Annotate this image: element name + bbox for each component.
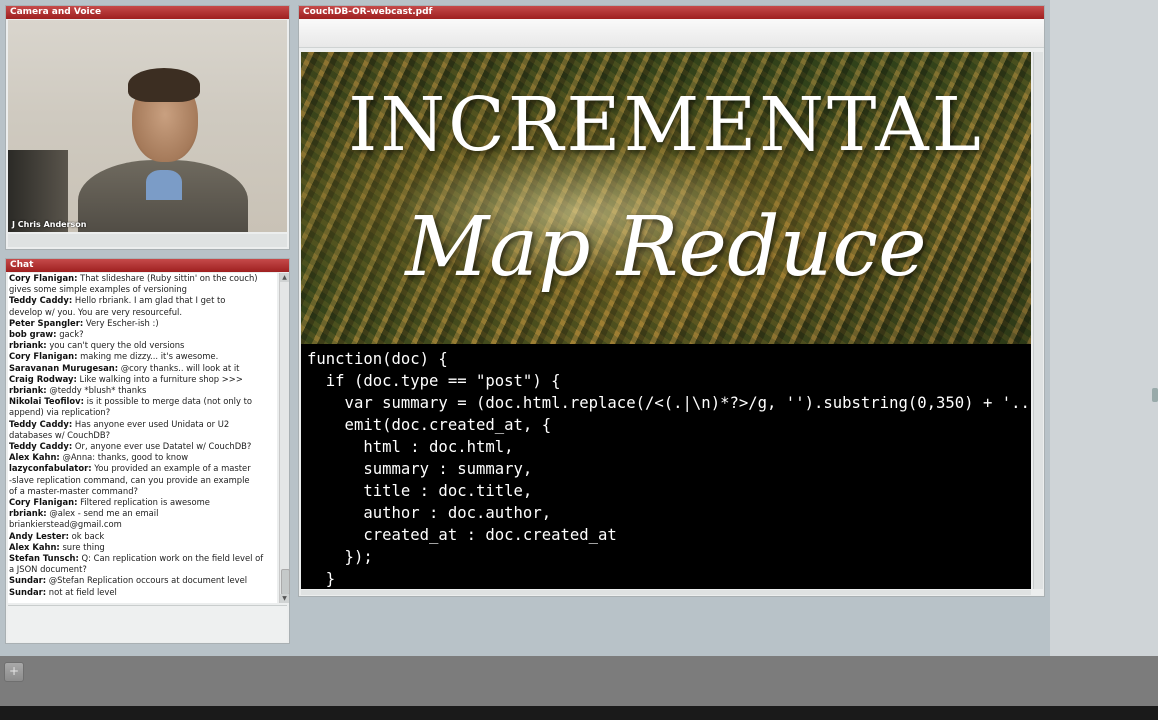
chat-message: Peter Spangler: Very Escher-ish :) [9, 317, 159, 328]
camera-pod-footer [8, 234, 287, 247]
chat-message: Alex Kahn: @Anna: thanks, good to know [9, 452, 189, 463]
chat-message: Andy Lester: ok back [9, 530, 105, 541]
document-hscrollbar[interactable] [301, 590, 1031, 595]
slide-content: INCREMENTAL Map Reduce function(doc) { i… [301, 52, 1031, 589]
chat-message: rbriank: @teddy *blush* thanks [9, 385, 147, 396]
add-pod-button[interactable]: + [4, 662, 24, 682]
chat-message: Saravanan Murugesan: @cory thanks.. will… [9, 362, 240, 373]
chat-scroll-thumb[interactable] [281, 569, 290, 595]
chat-message: a JSON document? [9, 564, 87, 575]
chat-message: of a master-master command? [9, 485, 138, 496]
code-line: title : doc.title, [307, 482, 533, 500]
chat-message: Cory Flanigan: making me dizzy... it's a… [9, 351, 219, 362]
code-line: function(doc) { [307, 350, 448, 368]
code-line: emit(doc.created_at, { [307, 416, 552, 434]
code-line: } [307, 570, 336, 588]
chat-messages: Cory Flanigan: That slideshare (Ruby sit… [8, 273, 277, 603]
presenter-name: J Chris Anderson [12, 220, 87, 229]
code-line: html : doc.html, [307, 438, 514, 456]
slide-heading-1: INCREMENTAL [348, 82, 984, 168]
chat-message: Cory Flanigan: Filtered replication is a… [9, 497, 210, 508]
chat-message: Alex Kahn: sure thing [9, 541, 105, 552]
document-pod-title: CouchDB-OR-webcast.pdf [299, 6, 1044, 19]
code-line: }); [307, 548, 373, 566]
chat-message: gives some simple examples of versioning [9, 284, 187, 295]
video-presenter-hair [128, 68, 200, 102]
chat-message: Nikolai Teofilov: is it possible to merg… [9, 396, 252, 407]
document-pod: CouchDB-OR-webcast.pdf INCREMENTAL Map R… [298, 5, 1045, 597]
chat-message: -slave replication command, can you prov… [9, 474, 250, 485]
code-line: var summary = (doc.html.replace(/<(.|\n)… [307, 394, 1031, 412]
chat-message: Teddy Caddy: Has anyone ever used Unidat… [9, 418, 230, 429]
page-scrollbar-thumb[interactable] [1152, 388, 1158, 402]
code-line: summary : summary, [307, 460, 533, 478]
chat-message: rbriank: you can't query the old version… [9, 340, 185, 351]
chat-pod-title: Chat [6, 259, 289, 272]
chat-message: develop w/ you. You are very resourceful… [9, 306, 182, 317]
chat-message: Sundar: not at field level [9, 586, 117, 597]
chat-message: Teddy Caddy: Hello rbriank. I am glad th… [9, 295, 226, 306]
presenter-video: J Chris Anderson [8, 20, 287, 232]
chat-message: Cory Flanigan: That slideshare (Ruby sit… [9, 273, 258, 283]
chat-message: databases w/ CouchDB? [9, 429, 111, 440]
chat-message: lazyconfabulator: You provided an exampl… [9, 463, 251, 474]
chat-message: bob graw: gack? [9, 329, 84, 340]
chat-scrollbar[interactable]: ▲ ▼ [279, 273, 290, 603]
camera-pod-title: Camera and Voice [6, 6, 289, 19]
slide-title-image: INCREMENTAL Map Reduce [301, 52, 1031, 344]
bottom-bar [0, 706, 1158, 720]
chat-pod: Chat Cory Flanigan: That slideshare (Rub… [5, 258, 290, 644]
camera-pod: Camera and Voice J Chris Anderson [5, 5, 290, 250]
chat-message: Teddy Caddy: Or, anyone ever use Datatel… [9, 441, 252, 452]
desktop-background-right [1050, 0, 1158, 658]
code-line: created_at : doc.created_at [307, 526, 617, 544]
video-presenter-shirt [146, 170, 182, 200]
chat-message: Sundar: @Stefan Replication occours at d… [9, 575, 248, 586]
document-toolbar [299, 19, 1044, 48]
document-scrollbar[interactable] [1033, 52, 1043, 589]
chat-message: Stefan Tunsch: Q: Can replication work o… [9, 553, 264, 564]
slide-code-block: function(doc) { if (doc.type == "post") … [301, 344, 1031, 589]
slide-heading-2: Map Reduce [405, 200, 927, 295]
scroll-down-icon[interactable]: ▼ [280, 594, 289, 603]
chat-message: rbriank: @alex - send me an email [9, 508, 159, 519]
chat-message: Craig Rodway: Like walking into a furnit… [9, 373, 243, 384]
code-line: if (doc.type == "post") { [307, 372, 561, 390]
chat-message: append) via replication? [9, 407, 111, 418]
chat-message: briankierstead@gmail.com [9, 519, 122, 530]
code-line: author : doc.author, [307, 504, 552, 522]
scroll-up-icon[interactable]: ▲ [280, 273, 289, 282]
chat-input-area[interactable] [8, 605, 287, 642]
